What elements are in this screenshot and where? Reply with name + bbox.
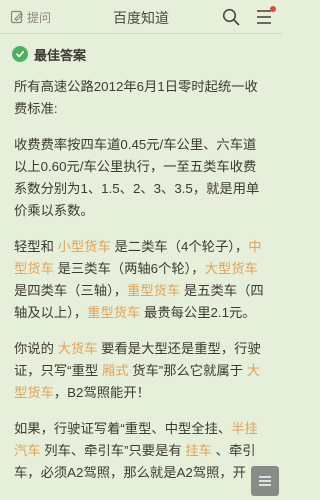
- keyword-link[interactable]: 重型货车: [87, 305, 140, 320]
- top-bar: 提问 百度知道: [0, 0, 282, 34]
- ask-button[interactable]: 提问: [10, 8, 51, 26]
- answer-text: 货车”那么它就属于: [128, 363, 247, 378]
- keyword-link[interactable]: 挂车: [185, 443, 212, 458]
- keyword-link[interactable]: 大货车: [58, 341, 98, 356]
- keyword-link[interactable]: 小型货车: [58, 239, 111, 254]
- menu-fab-icon: [259, 476, 271, 486]
- answer-text: 是四类车（三轴），: [14, 283, 128, 298]
- answer-text: 是二类车（4个轮子），: [110, 239, 249, 254]
- keyword-link[interactable]: 重型货车: [127, 283, 180, 298]
- keyword-link[interactable]: 汽车: [14, 443, 41, 458]
- keyword-link[interactable]: 半挂: [231, 421, 258, 436]
- check-badge-icon: [12, 46, 28, 62]
- answer-text: 是三类车（两轴6个轮），: [53, 261, 205, 276]
- answer-content: 所有高速公路2012年6月1日零时起统一收费标准: 收费费率按四车道0.45元/车…: [14, 76, 268, 498]
- answer-paragraph: 所有高速公路2012年6月1日零时起统一收费标准:: [14, 76, 268, 120]
- pencil-icon: [10, 10, 23, 24]
- menu-fab-button[interactable]: [251, 466, 279, 496]
- answer-paragraph: 收费费率按四车道0.45元/车公里、六车道以上0.60元/车公里执行，一至五类车…: [14, 134, 268, 222]
- best-answer-header: 最佳答案: [12, 44, 86, 64]
- answer-text: 你说的: [14, 341, 58, 356]
- answer-text: ，B2驾照能开！: [53, 385, 150, 400]
- answer-text: 轻型和: [14, 239, 58, 254]
- answer-text: 所有高速公路2012年6月1日零时起统一收费标准:: [14, 79, 258, 116]
- ask-label: 提问: [27, 10, 52, 25]
- search-icon[interactable]: [222, 8, 240, 26]
- answer-paragraph: 如果，行驶证写着“重型、中型全挂、半挂 汽车 列车、牵引车”只要是有 挂车 、牵…: [14, 418, 268, 484]
- notification-dot: [270, 6, 276, 12]
- answer-text: 列车、牵引车”只要是有: [40, 443, 186, 458]
- best-answer-label: 最佳答案: [34, 47, 87, 63]
- answer-text: 如果，行驶证写着“重型、中型全挂、: [14, 421, 232, 436]
- answer-text: 最贵每公里2.1元。: [140, 305, 256, 320]
- answer-paragraph: 你说的 大货车 要看是大型还是重型，行驶证，只写“重型 厢式 货车”那么它就属于…: [14, 338, 268, 404]
- answer-paragraph: 轻型和 小型货车 是二类车（4个轮子），中型货车 是三类车（两轴6个轮），大型货…: [14, 236, 268, 324]
- keyword-link[interactable]: 厢式: [102, 363, 129, 378]
- menu-button[interactable]: [254, 6, 276, 26]
- answer-text: 收费费率按四车道0.45元/车公里、六车道以上0.60元/车公里执行，一至五类车…: [14, 137, 260, 218]
- keyword-link[interactable]: 大型货车: [205, 261, 258, 276]
